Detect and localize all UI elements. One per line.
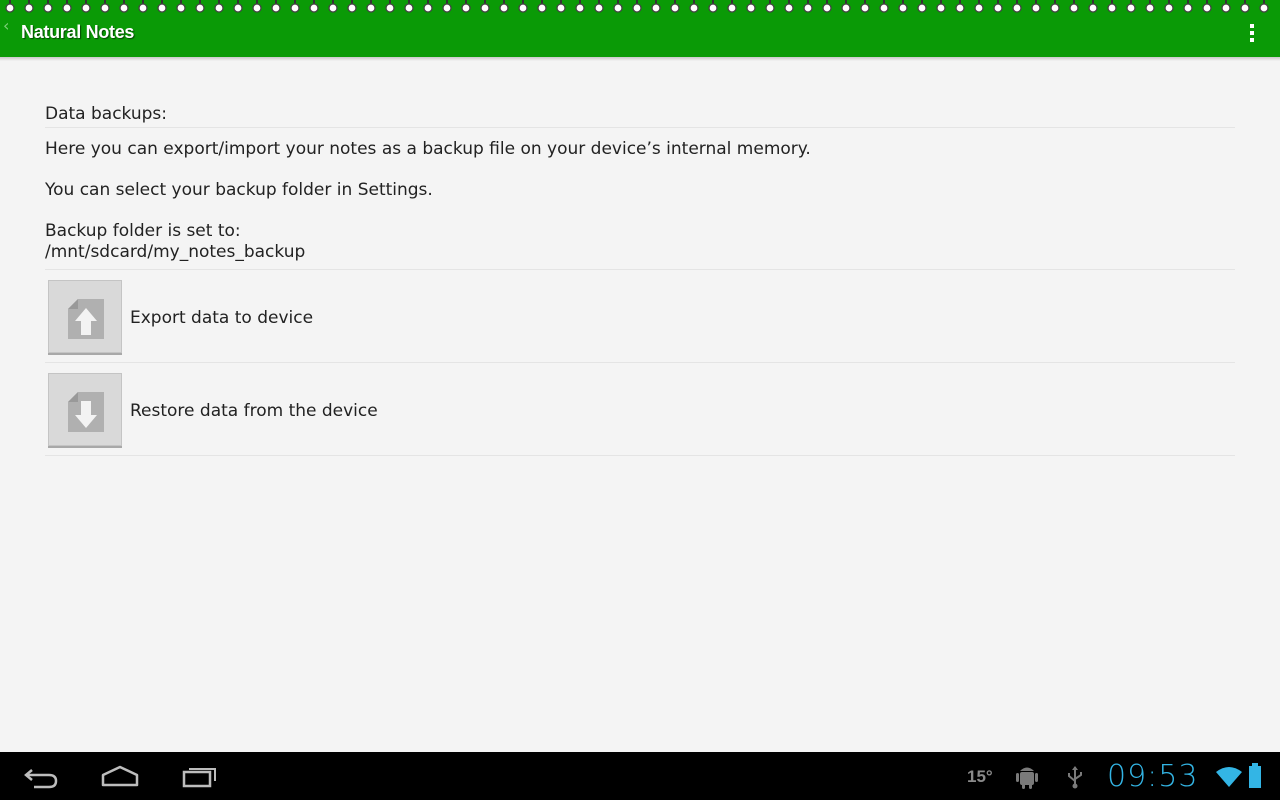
clock: 09:53 (1107, 759, 1199, 794)
system-bar: 15° 09:53 (0, 752, 1280, 800)
recent-apps-nav-icon[interactable] (182, 760, 220, 792)
sd-card-upload-icon (68, 299, 104, 339)
backup-content: Data backups: Here you can export/import… (45, 100, 1235, 456)
export-button[interactable] (48, 280, 122, 353)
sd-card-download-icon (68, 392, 104, 432)
restore-label[interactable]: Restore data from the device (130, 401, 378, 422)
back-nav-icon[interactable] (22, 760, 60, 792)
restore-data-row[interactable]: Restore data from the device (45, 363, 1235, 456)
folder-path: /mnt/sdcard/my_notes_backup (45, 242, 306, 262)
wifi-icon (1216, 767, 1242, 787)
settings-hint: You can select your backup folder in Set… (45, 180, 433, 200)
app-title[interactable]: Natural Notes (21, 22, 134, 43)
section-heading: Data backups: (45, 100, 1235, 128)
export-label[interactable]: Export data to device (130, 308, 313, 329)
temperature-indicator: 15° (967, 767, 993, 786)
usb-icon (1068, 766, 1082, 789)
action-bar-shadow (0, 57, 1280, 61)
home-nav-icon[interactable] (100, 760, 140, 792)
backup-description: Here you can export/import your notes as… (45, 139, 811, 159)
notebook-spiral-decoration (5, 0, 1269, 13)
action-bar: ‹ Natural Notes (0, 0, 1280, 57)
folder-label: Backup folder is set to: (45, 221, 241, 241)
android-debug-icon (1016, 767, 1038, 789)
back-caret-icon[interactable]: ‹ (3, 18, 9, 34)
overflow-menu-icon[interactable] (1244, 24, 1260, 46)
battery-icon (1249, 763, 1261, 788)
restore-button[interactable] (48, 373, 122, 446)
export-data-row[interactable]: Export data to device (45, 270, 1235, 363)
